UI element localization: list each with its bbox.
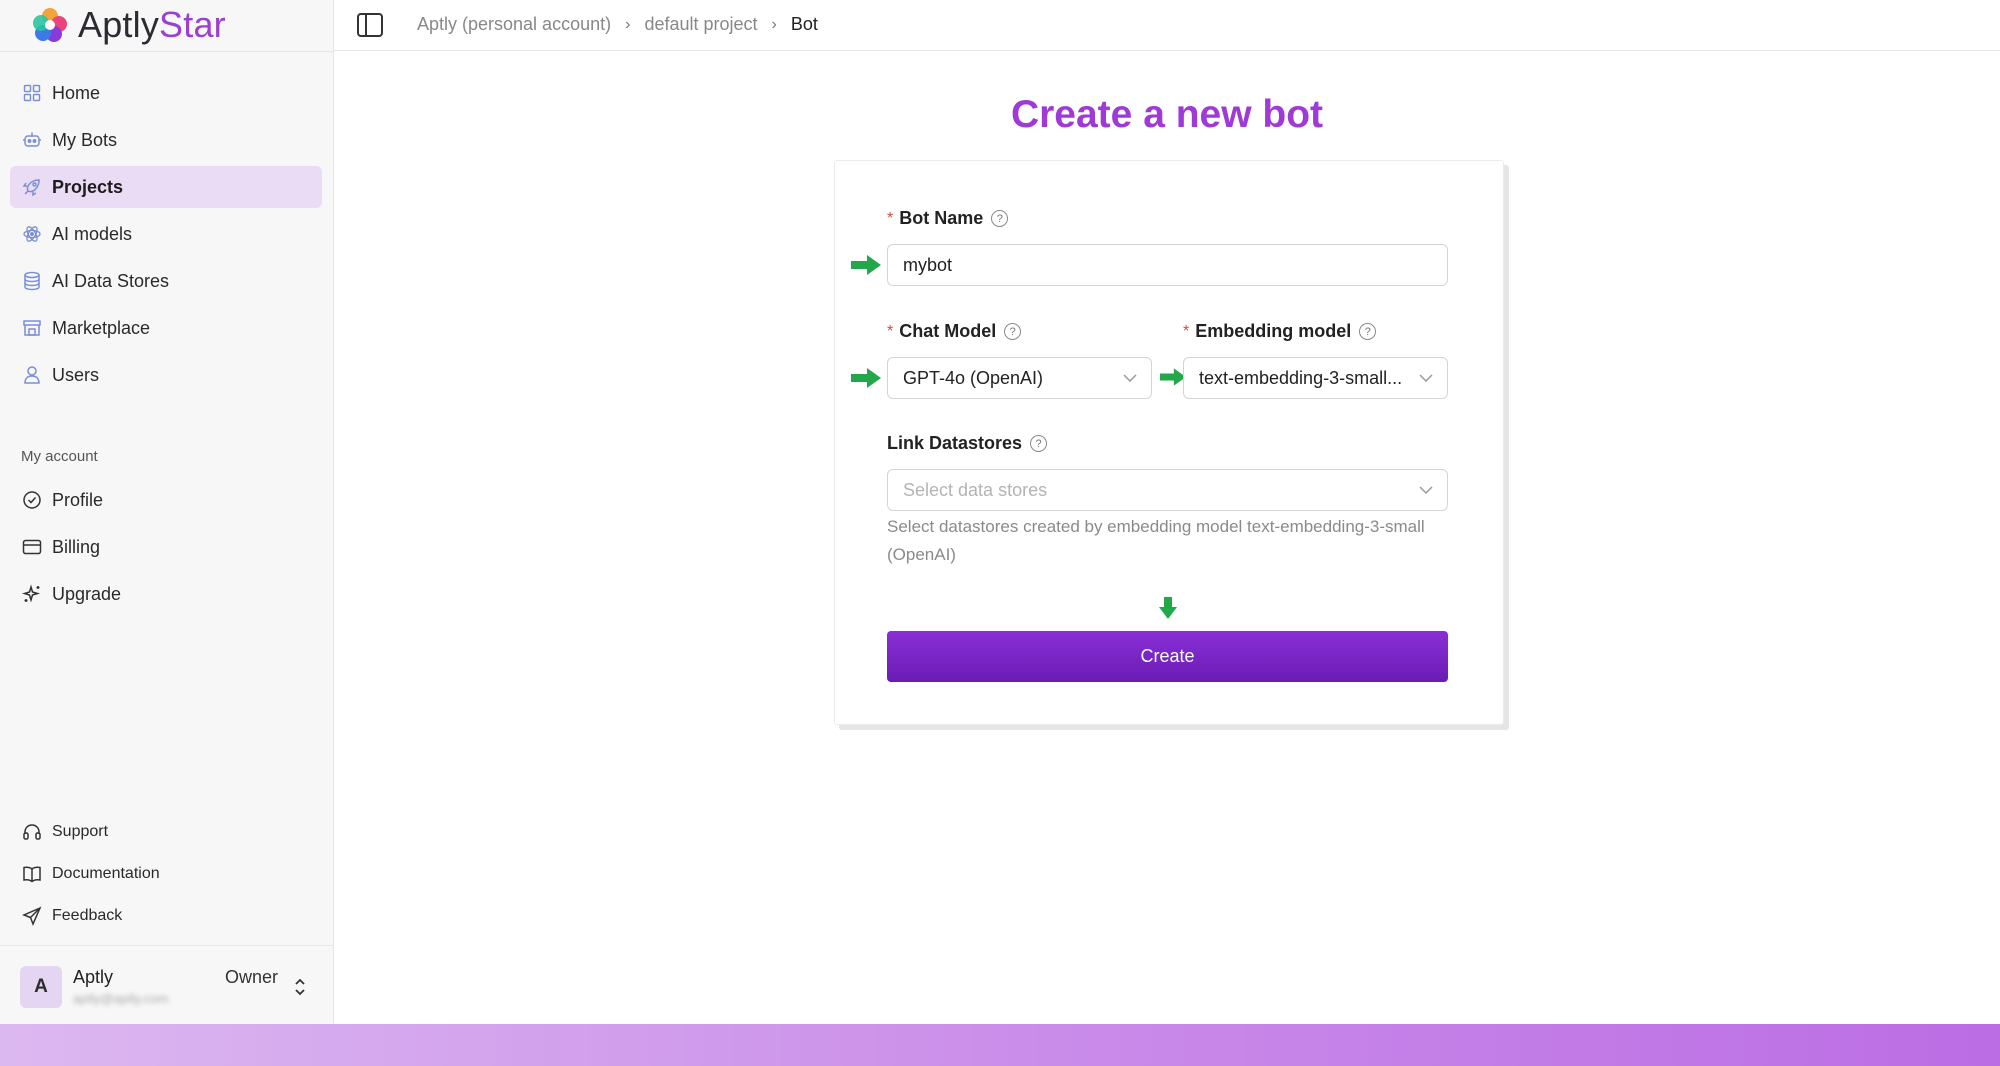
green-arrow-right-icon — [851, 255, 881, 275]
sidebar-item-label: Billing — [52, 536, 101, 557]
sidebar: AptlyStar Home My Bots Projects AI model… — [0, 0, 334, 1024]
sidebar-item-marketplace[interactable]: Marketplace — [10, 307, 322, 349]
documentation-label: Documentation — [52, 865, 160, 882]
help-circle-icon[interactable]: ? — [1004, 323, 1022, 340]
required-marker: * — [887, 322, 894, 340]
help-circle-icon[interactable]: ? — [991, 210, 1009, 227]
sidebar-item-label: Profile — [52, 489, 104, 510]
chevron-right-icon: › — [771, 15, 777, 33]
sidebar-item-home[interactable]: Home — [10, 72, 322, 114]
robot-icon — [22, 130, 42, 150]
chevron-down-icon — [1123, 374, 1137, 383]
page-title: Create a new bot — [1010, 93, 1324, 136]
datastores-select[interactable]: Select data stores — [887, 469, 1448, 511]
sidebar-item-label: AI models — [52, 223, 133, 244]
sidebar-item-my-bots[interactable]: My Bots — [10, 119, 322, 161]
sidebar-item-label: Projects — [52, 176, 124, 197]
green-arrow-right-icon — [851, 368, 881, 388]
breadcrumb-item-project[interactable]: default project — [644, 14, 757, 35]
sidebar-item-projects[interactable]: Projects — [10, 166, 322, 208]
account-nav: Profile Billing Upgrade — [10, 479, 322, 620]
embedding-model-label: * Embedding model ? — [1183, 321, 1377, 342]
sidebar-item-profile[interactable]: Profile — [10, 479, 322, 521]
embedding-model-select[interactable]: text-embedding-3-small... — [1183, 357, 1448, 399]
create-button[interactable]: Create — [887, 631, 1448, 682]
required-marker: * — [887, 209, 894, 227]
account-switcher[interactable]: A Aptly aptly@aptly.com Owner — [20, 964, 320, 1010]
support-label: Support — [52, 823, 109, 840]
sidebar-bottom-links: Support Documentation Feedback — [10, 813, 322, 939]
bot-name-label: * Bot Name ? — [887, 208, 1009, 229]
send-icon — [22, 906, 42, 926]
sidebar-toggle-icon[interactable] — [356, 12, 384, 38]
sidebar-item-users[interactable]: Users — [10, 354, 322, 396]
divider — [0, 945, 334, 946]
sidebar-item-label: Home — [52, 82, 101, 103]
datastores-placeholder: Select data stores — [903, 479, 1048, 500]
required-marker: * — [1183, 322, 1190, 340]
embedding-model-value: text-embedding-3-small... — [1199, 367, 1403, 388]
chevron-down-icon — [1419, 374, 1433, 383]
documentation-link[interactable]: Documentation — [10, 855, 322, 893]
logo-text: AptlyStar — [78, 4, 226, 45]
datastores-hint: Select datastores created by embedding m… — [887, 517, 1425, 564]
sidebar-item-ai-data-stores[interactable]: AI Data Stores — [10, 260, 322, 302]
sidebar-item-label: Users — [52, 364, 100, 385]
feedback-label: Feedback — [52, 907, 123, 924]
breadcrumb-item-current: Bot — [790, 14, 818, 34]
account-email: aptly@aptly.com — [73, 991, 169, 1006]
chevron-up-down-icon — [295, 978, 305, 996]
atom-icon — [22, 224, 42, 244]
sidebar-item-billing[interactable]: Billing — [10, 526, 322, 568]
help-circle-icon[interactable]: ? — [1359, 323, 1377, 340]
chat-model-select[interactable]: GPT-4o (OpenAI) — [887, 357, 1152, 399]
sidebar-item-label: My Bots — [52, 129, 118, 150]
check-circle-icon — [22, 490, 42, 510]
top-bar: Aptly (personal account) › default proje… — [334, 0, 2000, 51]
chat-model-value: GPT-4o (OpenAI) — [903, 367, 1044, 388]
divider — [0, 51, 334, 52]
breadcrumb-item-account[interactable]: Aptly (personal account) — [417, 14, 611, 35]
section-label-my-account: My account — [21, 448, 98, 465]
database-icon — [22, 271, 42, 291]
account-role: Owner — [225, 967, 279, 987]
store-icon — [22, 318, 42, 338]
link-datastores-label: Link Datastores ? — [887, 433, 1048, 454]
headset-icon — [22, 822, 42, 842]
user-icon — [22, 365, 42, 385]
main-nav: Home My Bots Projects AI models AI Data … — [10, 72, 322, 401]
green-arrow-down-icon — [1159, 597, 1177, 619]
breadcrumb: Aptly (personal account) › default proje… — [417, 14, 818, 35]
bottom-gradient-strip — [0, 1024, 2000, 1066]
credit-card-icon — [22, 537, 42, 557]
account-name: Aptly — [73, 967, 114, 987]
help-circle-icon[interactable]: ? — [1030, 435, 1048, 452]
sidebar-item-ai-models[interactable]: AI models — [10, 213, 322, 255]
sidebar-item-label: AI Data Stores — [52, 270, 170, 291]
app-logo[interactable]: AptlyStar — [30, 4, 226, 46]
sparkle-icon — [22, 584, 42, 604]
sidebar-item-upgrade[interactable]: Upgrade — [10, 573, 322, 615]
chevron-right-icon: › — [625, 15, 631, 33]
sidebar-item-label: Marketplace — [52, 317, 151, 338]
sidebar-item-label: Upgrade — [52, 583, 122, 604]
rocket-icon — [22, 177, 42, 197]
logo-flower-icon — [33, 8, 67, 42]
book-icon — [22, 864, 42, 884]
avatar: A — [20, 966, 62, 1008]
bot-name-value: mybot — [903, 254, 953, 275]
home-grid-icon — [22, 83, 42, 103]
create-bot-form: * Bot Name ? mybot * Chat Model ? GPT-4o… — [834, 160, 1504, 725]
feedback-link[interactable]: Feedback — [10, 897, 322, 935]
bot-name-input[interactable]: mybot — [887, 244, 1448, 286]
chevron-down-icon — [1419, 486, 1433, 495]
chat-model-label: * Chat Model ? — [887, 321, 1022, 342]
support-link[interactable]: Support — [10, 813, 322, 851]
